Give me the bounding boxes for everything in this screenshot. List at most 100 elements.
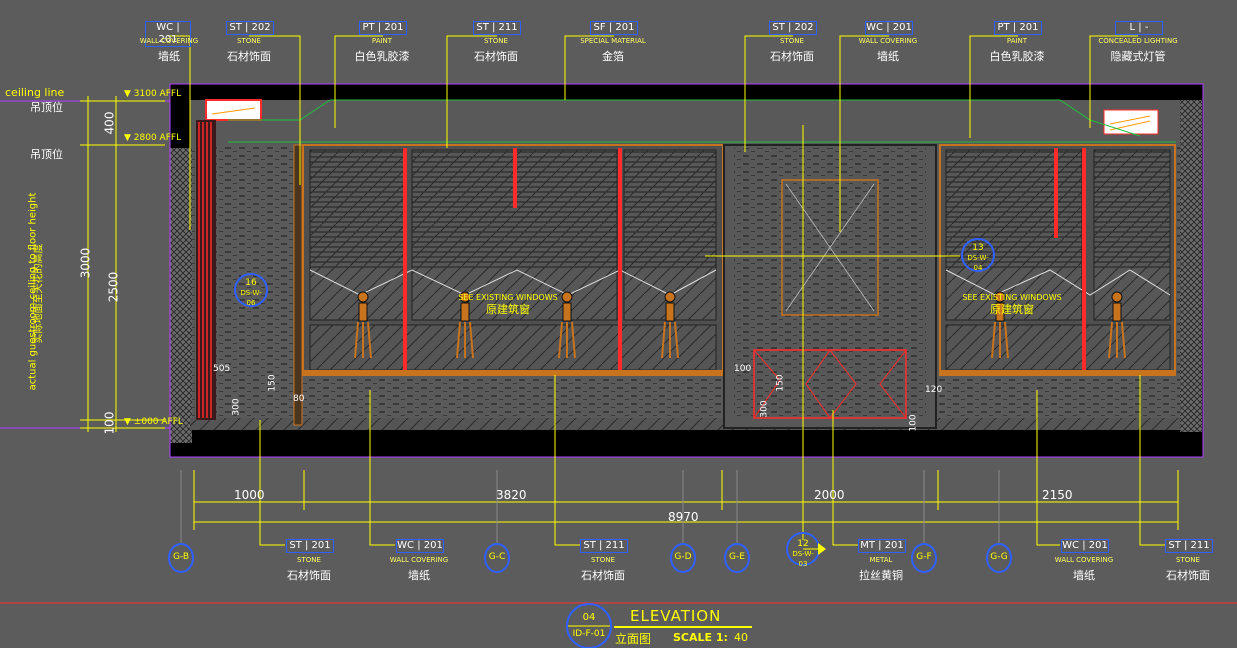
grid-bubble-g-e: G-E bbox=[729, 552, 745, 562]
section-marker-16: 16 DS-W-06 bbox=[236, 278, 266, 308]
dim-2500: 2500 bbox=[106, 271, 121, 303]
tag-top-7: WC | 201 bbox=[865, 21, 913, 35]
tag-bottom-6-en: STONE bbox=[1176, 556, 1200, 564]
tag-top-8-en: PAINT bbox=[1006, 37, 1028, 45]
ceiling-cn-label-2: 吊顶位 bbox=[30, 148, 63, 161]
title-cn: 立面图 bbox=[615, 632, 652, 646]
section-marker-ref: DS-W-03 bbox=[792, 550, 814, 568]
tag-top-3: PT | 201 bbox=[359, 21, 407, 35]
dim-300-left: 300 bbox=[231, 398, 242, 416]
dim-150-left: 150 bbox=[267, 374, 278, 392]
title-num: 04 bbox=[582, 612, 596, 623]
level-top: ▼ 3100 AFFL bbox=[124, 89, 182, 99]
tag-bottom-2-en: WALL COVERING bbox=[389, 556, 449, 564]
section-marker-num: 13 bbox=[972, 243, 984, 253]
light-box-left bbox=[205, 99, 262, 121]
tag-top-6-en: STONE bbox=[780, 37, 804, 45]
tag-top-7-en: WALL COVERING bbox=[858, 37, 918, 45]
tag-bottom-5-en: WALL COVERING bbox=[1054, 556, 1114, 564]
tag-top-3-cn: 白色乳胶漆 bbox=[354, 50, 410, 63]
section-marker-12: 12 DS-W-03 bbox=[788, 539, 818, 569]
tag-bottom-1-en: STONE bbox=[297, 556, 321, 564]
tag-top-1-en: WALL COVERING bbox=[139, 37, 199, 45]
center-panel bbox=[723, 144, 937, 429]
title-scale-value: 40 bbox=[734, 631, 748, 644]
tag-top-3-en: PAINT bbox=[371, 37, 393, 45]
window-note-cn: 原建筑窗 bbox=[990, 303, 1034, 316]
dim-150-center: 150 bbox=[775, 374, 786, 392]
ceiling-line-label: ceiling line bbox=[5, 86, 65, 99]
tag-bottom-2: WC | 201 bbox=[396, 539, 444, 553]
section-marker-13: 13 DS-W-04 bbox=[963, 243, 993, 273]
title-heading: ELEVATION bbox=[630, 607, 722, 625]
ceiling-band bbox=[190, 100, 1180, 145]
tag-bottom-6: ST | 211 bbox=[1165, 539, 1213, 553]
dim-100-right: 100 bbox=[908, 414, 919, 432]
tag-top-6: ST | 202 bbox=[769, 21, 817, 35]
tag-top-4-cn: 石材饰面 bbox=[474, 50, 518, 63]
left-column-hatch bbox=[170, 148, 192, 443]
tag-top-2: ST | 202 bbox=[226, 21, 274, 35]
dim-1000: 1000 bbox=[234, 488, 265, 502]
tag-bottom-1-cn: 石材饰面 bbox=[287, 569, 331, 582]
section-marker-ref: DS-W-06 bbox=[240, 289, 262, 307]
tag-bottom-3-cn: 石材饰面 bbox=[581, 569, 625, 582]
grid-bubble-g-d: G-D bbox=[674, 552, 692, 562]
grid-bubble-g-c: G-C bbox=[488, 552, 506, 562]
tag-top-4-en: STONE bbox=[484, 37, 508, 45]
tag-bottom-2-cn: 墙纸 bbox=[408, 569, 430, 582]
grid-bubble-g-b: G-B bbox=[172, 552, 190, 562]
tag-top-6-cn: 石材饰面 bbox=[770, 50, 814, 63]
ceiling-cn-label-1: 吊顶位 bbox=[30, 101, 63, 114]
tag-bottom-4-en: METAL bbox=[869, 556, 893, 564]
dim-100-center: 100 bbox=[734, 364, 752, 374]
window-group-left bbox=[302, 144, 724, 376]
level-mid: ▼ 2800 AFFL bbox=[124, 133, 182, 143]
tag-top-5: SF | 201 bbox=[590, 21, 638, 35]
title-scale-label: SCALE 1: bbox=[673, 631, 728, 644]
tag-bottom-4-cn: 拉丝黄铜 bbox=[859, 569, 903, 582]
tag-top-2-cn: 石材饰面 bbox=[227, 50, 271, 63]
tag-top-7-cn: 墙纸 bbox=[877, 50, 899, 63]
dim-300-center: 300 bbox=[759, 400, 770, 418]
section-marker-num: 16 bbox=[245, 278, 257, 288]
dim-120: 120 bbox=[925, 385, 943, 395]
dim-505: 505 bbox=[213, 364, 231, 374]
dim-100: 100 bbox=[102, 411, 117, 435]
tag-top-8: PT | 201 bbox=[994, 21, 1042, 35]
dim-3000: 3000 bbox=[78, 247, 93, 279]
tag-top-9-cn: 隐藏式灯管 bbox=[1110, 50, 1166, 63]
tag-bottom-5-cn: 墙纸 bbox=[1073, 569, 1095, 582]
dim-total: 8970 bbox=[668, 510, 699, 524]
tag-top-1-cn: 墙纸 bbox=[158, 50, 180, 63]
tag-bottom-6-cn: 石材饰面 bbox=[1166, 569, 1210, 582]
grid-bubble-g-g: G-G bbox=[990, 552, 1008, 562]
tag-top-8-cn: 白色乳胶漆 bbox=[989, 50, 1045, 63]
vertical-cn-label: 实际地面至天花的高度 bbox=[33, 243, 45, 344]
tag-bottom-5: WC | 201 bbox=[1061, 539, 1109, 553]
window-note-cn: 原建筑窗 bbox=[486, 303, 530, 316]
dim-2000: 2000 bbox=[814, 488, 845, 502]
level-bottom: ▼ ±000 AFFL bbox=[124, 417, 183, 427]
tag-bottom-3: ST | 211 bbox=[580, 539, 628, 553]
dim-2150: 2150 bbox=[1042, 488, 1073, 502]
light-box-right bbox=[1103, 109, 1159, 135]
tag-bottom-3-en: STONE bbox=[591, 556, 615, 564]
floor-strip bbox=[190, 418, 1180, 430]
section-marker-ref: DS-W-04 bbox=[967, 254, 989, 272]
dim-3820: 3820 bbox=[496, 488, 527, 502]
tag-top-4: ST | 211 bbox=[473, 21, 521, 35]
tag-top-9-en: CONCEALED LIGHTING bbox=[1098, 37, 1178, 45]
tag-top-5-en: SPECIAL MATERIAL bbox=[580, 37, 646, 45]
title-ref: ID-F-01 bbox=[572, 629, 606, 639]
dim-400: 400 bbox=[102, 111, 117, 135]
dim-80: 80 bbox=[293, 394, 305, 404]
tag-top-9: L | - bbox=[1115, 21, 1163, 35]
tag-top-2-en: STONE bbox=[237, 37, 261, 45]
tag-bottom-1: ST | 201 bbox=[286, 539, 334, 553]
right-column-hatch bbox=[1180, 100, 1202, 432]
window-note-left: SEE EXISTING WINDOWS 原建筑窗 bbox=[448, 292, 568, 316]
tag-bottom-4: MT | 201 bbox=[858, 539, 906, 553]
window-note-right: SEE EXISTING WINDOWS 原建筑窗 bbox=[952, 292, 1072, 316]
tag-top-5-cn: 金箔 bbox=[602, 50, 624, 63]
